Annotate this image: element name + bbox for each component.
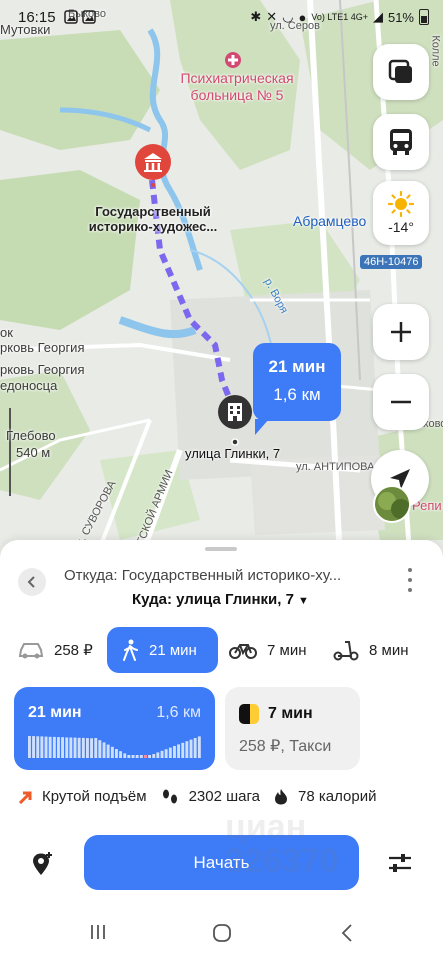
route-stats: Крутой подъём 2302 шага 78 калорий (18, 788, 390, 805)
app-screen: Мутовки Быково ул. Серов Психиатрическая… (0, 0, 443, 960)
wifi-icon: ◡ (282, 9, 294, 24)
image-icon (81, 10, 96, 24)
taxi-route-card[interactable]: 7 мин 258 ₽, Такси (225, 687, 360, 770)
bus-icon (390, 129, 412, 155)
map-label-abramtsevo[interactable]: Абрамцево (293, 213, 366, 229)
map-label-church-4: рковь Георгия (0, 362, 85, 377)
stat-climb: Крутой подъём (18, 788, 147, 805)
layers-icon (388, 59, 412, 83)
signal-icon: ◢ (372, 9, 383, 24)
scooter-icon (333, 639, 359, 661)
map-label-glebovo: Глебово (6, 428, 56, 443)
system-nav-bar (0, 905, 443, 960)
route-to-label: Куда: улица Глинки, 7 (132, 591, 294, 608)
status-icons: ✱ ✕ ◡ ● Vo) LTE1 4G+ ◢ 51% (250, 9, 429, 25)
transport-modes: 258 ₽ 21 мин 7 мин 8 мин (0, 627, 443, 673)
status-time: 16:15 (18, 8, 56, 26)
back-nav-button[interactable] (340, 923, 354, 948)
status-bar: 16:15 ✱ ✕ ◡ ● Vo) LTE1 4G+ ◢ 51% (0, 0, 443, 34)
sliders-icon (389, 854, 411, 872)
back-arrow-icon (341, 924, 352, 942)
recent-apps-button[interactable] (89, 923, 107, 946)
taxi-card-time: 7 мин (268, 705, 313, 722)
footprints-icon (161, 789, 179, 805)
stat-steps-label: 2302 шага (188, 788, 260, 805)
weather-button[interactable]: -14° (373, 181, 429, 245)
battery-icon (419, 9, 429, 25)
route-card-distance: 1,6 км (156, 704, 201, 721)
eta-time: 21 мин (268, 357, 326, 376)
map-label-museum[interactable]: Государственный историко-художес... (74, 204, 232, 234)
map-label-road: 46Н-10476 (360, 255, 423, 269)
mode-walk-label: 21 мин (149, 641, 197, 659)
route-eta-bubble[interactable]: 21 мин 1,6 км (253, 343, 341, 435)
weather-temperature: -14° (388, 219, 414, 235)
image-icon (63, 10, 78, 24)
destination-pin-icon[interactable] (217, 394, 253, 451)
mode-scooter[interactable]: 8 мин (333, 627, 409, 673)
zoom-in-button[interactable] (373, 304, 429, 360)
yandex-taxi-icon (239, 704, 259, 724)
more-options-button[interactable] (402, 568, 418, 592)
layers-button[interactable] (373, 44, 429, 100)
elevation-profile (28, 736, 201, 758)
location-status-icon: ● (298, 9, 307, 25)
stat-climb-label: Крутой подъём (42, 788, 147, 805)
mode-car-label: 258 ₽ (54, 642, 93, 659)
add-location-icon (33, 852, 52, 875)
map-scale-label: 540 м (16, 445, 51, 460)
chevron-left-icon (27, 576, 35, 588)
bluetooth-icon: ✱ (250, 9, 262, 24)
flame-icon (274, 788, 288, 805)
mode-bike-label: 7 мин (267, 641, 307, 659)
mode-car[interactable]: 258 ₽ (18, 627, 93, 673)
map-label-hospital[interactable]: Психиатрическая больница № 5 (172, 70, 302, 104)
network-indicator: Vo) LTE1 4G+ (311, 11, 368, 22)
sheet-grabber[interactable] (205, 547, 237, 551)
minus-icon (391, 400, 411, 404)
route-settings-button[interactable] (387, 851, 413, 875)
recent-apps-icon (91, 925, 105, 939)
map-label-church-1: ок (0, 325, 13, 340)
add-waypoint-button[interactable] (28, 850, 56, 878)
mode-bike[interactable]: 7 мин (229, 627, 307, 673)
back-button[interactable] (18, 568, 46, 596)
car-icon (18, 640, 44, 660)
museum-pin-icon[interactable] (134, 143, 172, 192)
map-label-kolle: Колле (429, 35, 442, 67)
transport-button[interactable] (373, 114, 429, 170)
stat-calories: 78 калорий (274, 788, 376, 805)
user-avatar[interactable] (373, 485, 411, 523)
notification-icons (63, 10, 96, 24)
taxi-card-price: 258 ₽, Такси (239, 738, 332, 755)
steep-climb-icon (18, 790, 32, 804)
mute-icon: ✕ (266, 9, 278, 24)
eta-distance: 1,6 км (273, 385, 321, 404)
walk-icon (121, 639, 139, 661)
home-icon (213, 924, 231, 942)
plus-icon (391, 322, 411, 342)
map-label-street-antipova: ул. АНТИПОВА (296, 461, 375, 473)
sun-icon (388, 191, 414, 217)
stat-calories-label: 78 калорий (298, 788, 377, 805)
battery-percent: 51% (387, 9, 414, 25)
map-view[interactable]: Мутовки Быково ул. Серов Психиатрическая… (0, 0, 443, 560)
route-card-time: 21 мин (28, 704, 82, 721)
map-label-church-3: рковь Георгия (0, 340, 85, 355)
route-bottom-sheet: Откуда: Государственный историко-ху... К… (0, 540, 443, 960)
walk-route-card[interactable]: 21 мин 1,6 км (14, 687, 215, 770)
zoom-out-button[interactable] (373, 374, 429, 430)
route-to[interactable]: Куда: улица Глинки, 7 ▼ (132, 591, 309, 608)
start-navigation-button[interactable]: Начать (84, 835, 359, 890)
route-from[interactable]: Откуда: Государственный историко-ху... (64, 567, 341, 584)
hospital-icon[interactable] (225, 52, 241, 73)
map-label-church-2: едоносца (0, 378, 58, 393)
dropdown-icon: ▼ (297, 595, 309, 607)
stat-steps: 2302 шага (161, 788, 260, 805)
bicycle-icon (229, 640, 257, 660)
home-button[interactable] (212, 923, 232, 948)
mode-scooter-label: 8 мин (369, 641, 409, 659)
mode-walk[interactable]: 21 мин (107, 627, 218, 673)
